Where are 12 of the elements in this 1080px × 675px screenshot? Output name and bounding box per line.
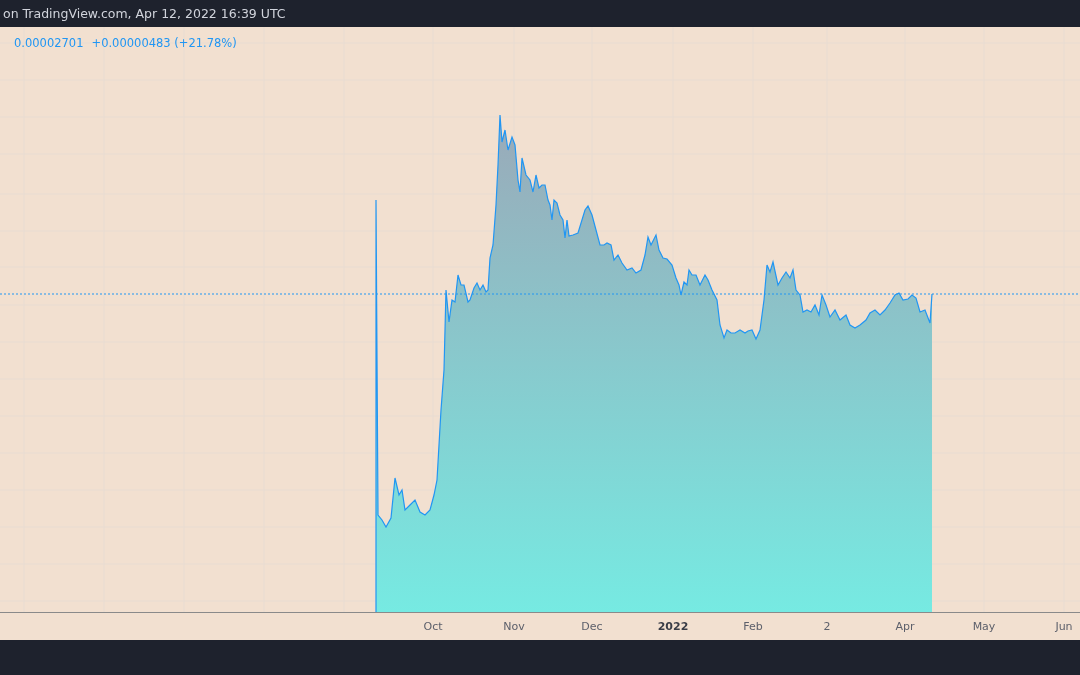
price-value: 0.00002701	[14, 36, 84, 50]
header-text: on TradingView.com, Apr 12, 2022 16:39 UTC	[3, 6, 286, 21]
axis-label: 2	[823, 620, 831, 633]
axis-label: Jun	[1055, 620, 1073, 633]
axis-label: 2022	[657, 620, 689, 633]
axis-label: Feb	[743, 620, 763, 633]
axis-label: May	[972, 620, 996, 633]
price-change: +0.00000483 (+21.78%)	[91, 36, 237, 50]
axis-label: Dec	[581, 620, 603, 633]
axis-label: Oct	[423, 620, 443, 633]
axis-label: Nov	[503, 620, 525, 633]
axis-label: Apr	[895, 620, 915, 633]
